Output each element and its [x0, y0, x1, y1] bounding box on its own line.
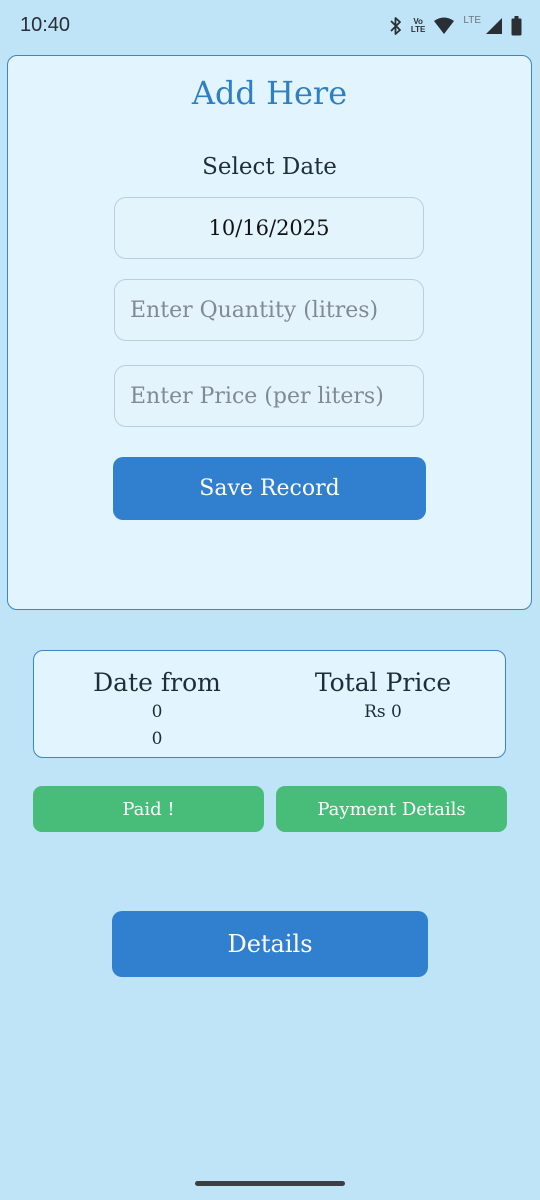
date-picker-field[interactable]: 10/16/2025: [114, 197, 424, 259]
add-record-card: Add Here Select Date 10/16/2025 Save Rec…: [7, 55, 532, 610]
total-price-value: Rs 0: [364, 702, 402, 722]
status-bar: 10:40 Vo LTE LTE: [0, 0, 540, 54]
status-time: 10:40: [20, 14, 71, 36]
select-date-label: Select Date: [202, 154, 337, 180]
volte-bottom: LTE: [410, 25, 426, 34]
date-from-column: Date from 0 0: [84, 667, 230, 753]
date-from-value: 0: [151, 702, 163, 722]
date-value: 10/16/2025: [208, 216, 330, 240]
quantity-input[interactable]: [115, 297, 423, 323]
wifi-icon: [433, 17, 455, 35]
save-record-button[interactable]: Save Record: [113, 457, 426, 520]
price-input[interactable]: [115, 383, 423, 409]
volte-icon: Vo LTE: [411, 18, 426, 34]
total-price-column: Total Price Rs 0: [304, 667, 462, 726]
details-button[interactable]: Details: [112, 911, 428, 977]
status-icons: Vo LTE LTE: [389, 14, 522, 38]
home-indicator[interactable]: [195, 1181, 345, 1186]
lte-label: LTE: [463, 14, 481, 26]
battery-icon: [511, 16, 522, 36]
bluetooth-icon: [389, 16, 403, 36]
date-from-label: Date from: [93, 668, 221, 697]
price-field-wrapper: [114, 365, 424, 427]
summary-card: Date from 0 0 Total Price Rs 0: [33, 650, 506, 758]
date-to-value: 0: [151, 729, 163, 749]
page-title: Add Here: [191, 74, 348, 112]
signal-icon: [485, 17, 503, 35]
quantity-field-wrapper: [114, 279, 424, 341]
total-price-label: Total Price: [314, 668, 452, 697]
paid-button[interactable]: Paid !: [33, 786, 264, 832]
payment-details-button[interactable]: Payment Details: [276, 786, 507, 832]
